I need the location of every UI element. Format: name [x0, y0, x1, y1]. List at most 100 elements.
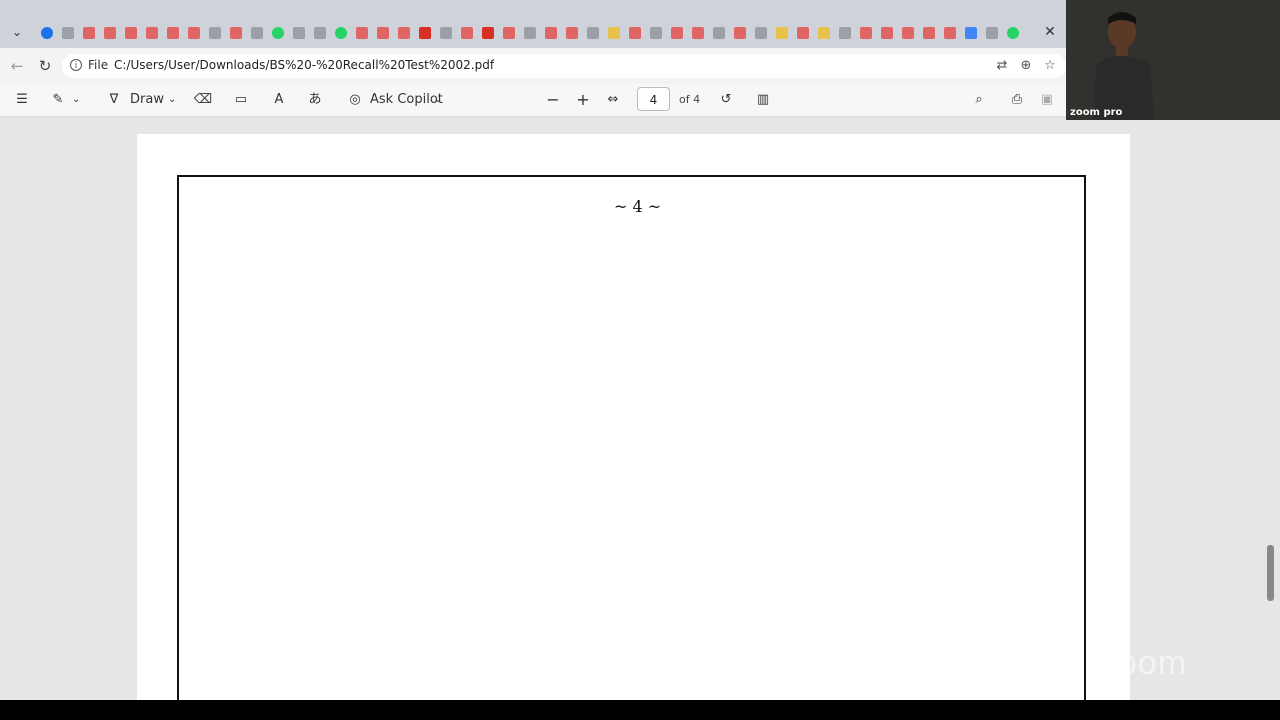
browser-tab[interactable]	[857, 24, 875, 42]
read-aloud-icon[interactable]: A	[269, 90, 289, 110]
tab-favicon-icon	[251, 27, 263, 39]
browser-tab[interactable]	[416, 24, 434, 42]
browser-tab[interactable]	[185, 24, 203, 42]
text-box-icon[interactable]: ▭	[231, 90, 251, 110]
draw-button[interactable]: Draw	[130, 90, 164, 110]
tab-favicon-icon	[62, 27, 74, 39]
browser-tab[interactable]	[836, 24, 854, 42]
url-text[interactable]: C:/Users/User/Downloads/BS%20-%20Recall%…	[114, 58, 494, 72]
browser-tab[interactable]	[101, 24, 119, 42]
translate-icon[interactable]: ⇄	[994, 58, 1010, 74]
copilot-icon[interactable]: ◎	[345, 90, 365, 110]
browser-tab[interactable]	[38, 24, 56, 42]
fit-width-icon[interactable]: ⇔	[603, 90, 623, 110]
page-number-input[interactable]: 4	[637, 87, 670, 111]
browser-tab[interactable]	[563, 24, 581, 42]
zoom-video-overlay: zoom pro	[1066, 0, 1280, 120]
file-scheme-label: File	[88, 58, 109, 72]
browser-tab[interactable]	[668, 24, 686, 42]
browser-tab[interactable]	[206, 24, 224, 42]
browser-tab[interactable]	[227, 24, 245, 42]
browser-tab[interactable]	[479, 24, 497, 42]
browser-tab[interactable]	[458, 24, 476, 42]
page-marker: ~ 4 ~	[614, 197, 662, 216]
browser-tab[interactable]	[374, 24, 392, 42]
browser-tab[interactable]	[794, 24, 812, 42]
tab-favicon-icon	[881, 27, 893, 39]
draw-chevron-down-icon[interactable]: ⌄	[168, 90, 176, 110]
tab-search-chevron-down-icon[interactable]: ⌄	[8, 23, 26, 41]
browser-tab[interactable]	[521, 24, 539, 42]
tab-favicon-icon	[83, 27, 95, 39]
browser-tab[interactable]	[122, 24, 140, 42]
tab-favicon-icon	[314, 27, 326, 39]
browser-tab[interactable]	[815, 24, 833, 42]
browser-tab[interactable]	[605, 24, 623, 42]
tab-favicon-icon	[419, 27, 431, 39]
browser-tab[interactable]	[1004, 24, 1022, 42]
page-view-icon[interactable]: ▥	[753, 90, 773, 110]
browser-tab[interactable]	[752, 24, 770, 42]
search-icon[interactable]: ⌕	[969, 90, 989, 110]
browser-tab[interactable]	[164, 24, 182, 42]
browser-tab[interactable]	[269, 24, 287, 42]
info-icon[interactable]: i	[70, 59, 82, 71]
print-icon[interactable]: ⎙	[1007, 90, 1027, 110]
vertical-scrollbar[interactable]	[1267, 545, 1274, 601]
tab-favicon-icon	[146, 27, 158, 39]
browser-tab[interactable]	[941, 24, 959, 42]
browser-tab[interactable]	[878, 24, 896, 42]
highlight-chevron-down-icon[interactable]: ⌄	[72, 90, 80, 110]
tab-favicon-icon	[587, 27, 599, 39]
browser-tab[interactable]	[584, 24, 602, 42]
zoom-magnifier-icon[interactable]: ⊕	[1018, 58, 1034, 74]
tab-favicon-icon	[629, 27, 641, 39]
browser-tab[interactable]	[80, 24, 98, 42]
highlight-icon[interactable]: ✎	[48, 90, 68, 110]
tab-favicon-icon	[776, 27, 788, 39]
browser-tab[interactable]	[920, 24, 938, 42]
address-bar[interactable]: i File C:/Users/User/Downloads/BS%20-%20…	[62, 54, 1066, 78]
browser-tab[interactable]	[143, 24, 161, 42]
browser-tab[interactable]	[500, 24, 518, 42]
ask-copilot-button[interactable]: Ask Copilot	[370, 90, 443, 110]
browser-tab[interactable]	[710, 24, 728, 42]
draw-icon[interactable]: ∇	[104, 90, 124, 110]
zoom-out-icon[interactable]: −	[543, 90, 563, 110]
browser-tab[interactable]	[542, 24, 560, 42]
browser-tab[interactable]	[290, 24, 308, 42]
zoom-in-icon[interactable]: +	[573, 90, 593, 110]
translate-icon[interactable]: あ	[305, 90, 325, 110]
browser-tab[interactable]	[395, 24, 413, 42]
browser-tab[interactable]	[332, 24, 350, 42]
tab-favicon-icon	[272, 27, 284, 39]
zoom-pro-label: zoom pro	[1070, 107, 1123, 118]
contents-list-icon[interactable]: ☰	[12, 90, 32, 110]
save-icon[interactable]: ▣	[1037, 90, 1057, 110]
zoom-watermark: zoom	[1100, 644, 1188, 682]
browser-tab[interactable]	[437, 24, 455, 42]
browser-tab[interactable]	[689, 24, 707, 42]
rotate-icon[interactable]: ↺	[716, 90, 736, 110]
browser-tab[interactable]	[626, 24, 644, 42]
tab-favicon-icon	[440, 27, 452, 39]
close-tab-icon[interactable]: ✕	[1042, 23, 1058, 41]
browser-tab[interactable]	[899, 24, 917, 42]
browser-tab[interactable]	[248, 24, 266, 42]
browser-tab[interactable]	[983, 24, 1001, 42]
tab-favicon-icon	[167, 27, 179, 39]
browser-tab[interactable]	[647, 24, 665, 42]
browser-tab[interactable]	[962, 24, 980, 42]
back-arrow-icon[interactable]: ←	[8, 57, 26, 75]
reload-icon[interactable]: ↻	[36, 57, 54, 75]
tab-favicon-icon	[188, 27, 200, 39]
browser-tab[interactable]	[731, 24, 749, 42]
favorite-star-icon[interactable]: ☆	[1042, 58, 1058, 74]
browser-tab[interactable]	[353, 24, 371, 42]
browser-tab[interactable]	[59, 24, 77, 42]
browser-tab[interactable]	[311, 24, 329, 42]
browser-tab[interactable]	[773, 24, 791, 42]
eraser-icon[interactable]: ⌫	[193, 90, 213, 110]
tab-favicon-icon	[986, 27, 998, 39]
copilot-chevron-down-icon[interactable]: ⌄	[434, 90, 442, 110]
